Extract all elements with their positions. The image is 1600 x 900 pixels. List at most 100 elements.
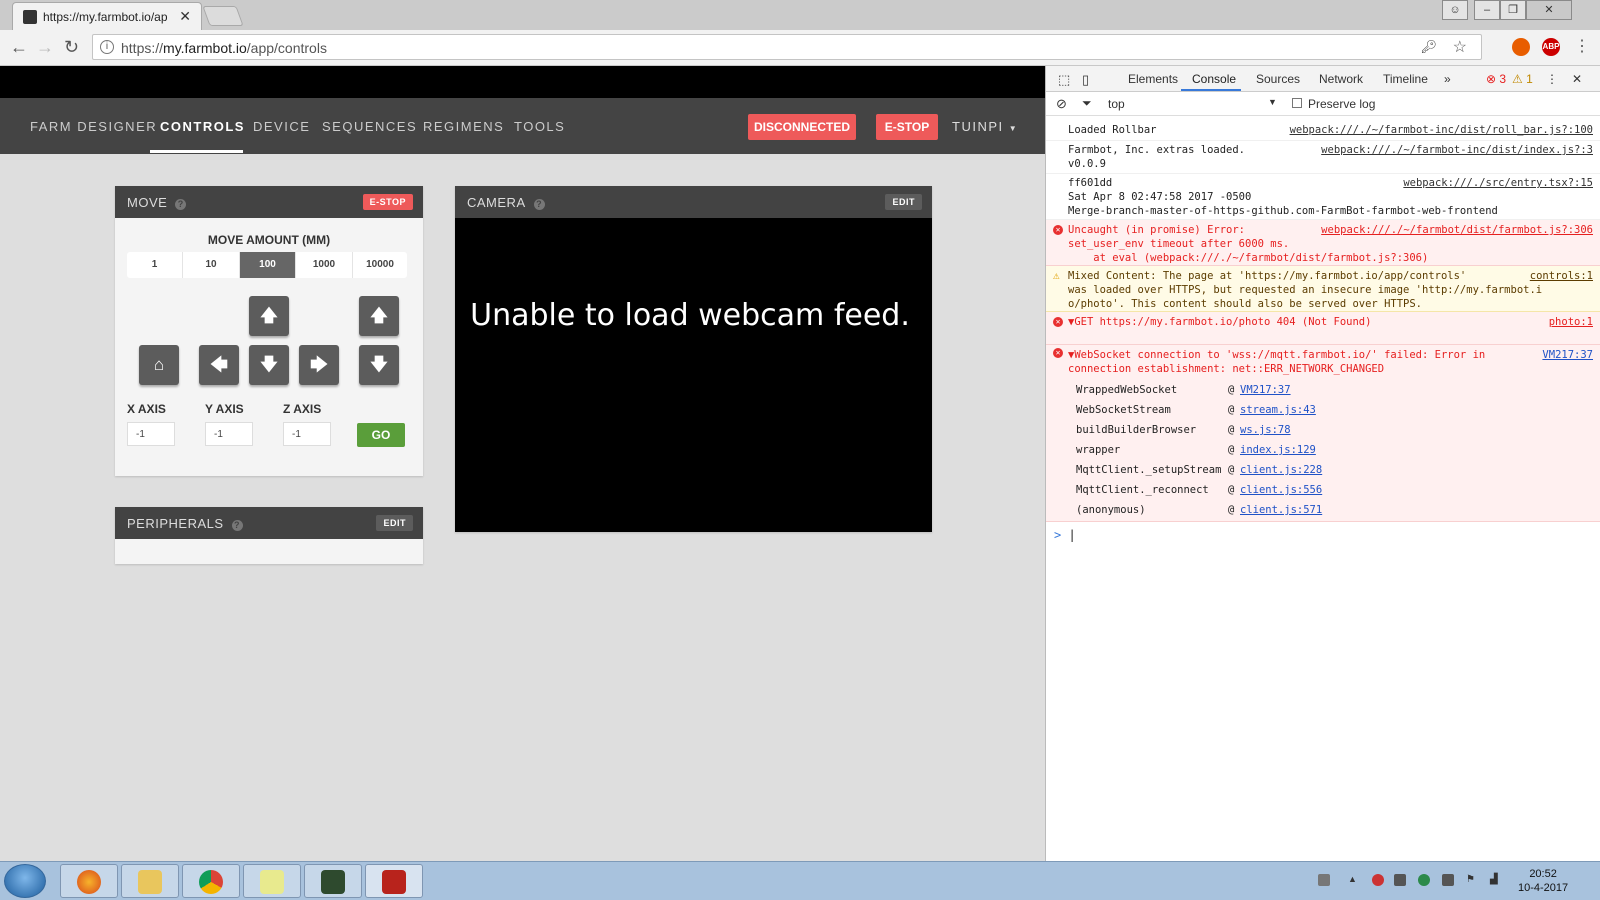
usb-tray-icon[interactable] <box>1442 874 1454 886</box>
new-tab-button[interactable] <box>202 6 244 26</box>
y-down-button[interactable]: 🡇︎ <box>249 345 289 385</box>
amount-1000-button[interactable]: 1000 <box>296 252 353 278</box>
help-icon[interactable]: ? <box>231 520 243 531</box>
context-selector[interactable]: top <box>1108 97 1125 111</box>
adblock-icon[interactable]: ABP <box>1542 38 1560 56</box>
address-bar[interactable]: i https://my.farmbot.io/app/controls 🔑︎ … <box>92 34 1482 60</box>
stack-link[interactable]: ws.js:78 <box>1240 423 1291 437</box>
devtools-tab-timeline[interactable]: Timeline <box>1383 72 1428 86</box>
x-axis-input[interactable]: -1 <box>127 422 175 446</box>
extension-flame-icon[interactable] <box>1512 38 1530 56</box>
amount-100-button[interactable]: 100 <box>240 252 296 278</box>
forward-arrow-icon[interactable]: → <box>36 37 54 58</box>
clear-console-icon[interactable]: ⊘ <box>1056 96 1067 112</box>
keyboard-tray-icon[interactable] <box>1318 874 1330 886</box>
volume-muted-icon[interactable] <box>1372 874 1384 886</box>
nav-controls[interactable]: CONTROLS <box>160 119 245 134</box>
bot-name-dropdown[interactable]: TUINPI ▼ <box>952 119 1018 134</box>
inspect-element-icon[interactable]: ⬚ <box>1058 72 1070 88</box>
stack-link[interactable]: stream.js:43 <box>1240 403 1316 417</box>
device-toolbar-icon[interactable]: ▯ <box>1082 72 1089 88</box>
log-message[interactable]: ▼WebSocket connection to 'wss://mqtt.far… <box>1068 348 1485 362</box>
action-center-flag-icon[interactable]: ⚑ <box>1466 874 1478 886</box>
amount-1-button[interactable]: 1 <box>127 252 183 278</box>
back-arrow-icon[interactable]: ← <box>10 37 28 58</box>
z-up-button[interactable]: 🡅︎ <box>359 296 399 336</box>
amount-10000-button[interactable]: 10000 <box>353 252 407 278</box>
help-icon[interactable]: ? <box>533 199 545 210</box>
x-right-button[interactable]: 🡆︎ <box>299 345 339 385</box>
start-button[interactable] <box>4 864 46 898</box>
y-axis-input[interactable]: -1 <box>205 422 253 446</box>
z-axis-input[interactable]: -1 <box>283 422 331 446</box>
estop-button[interactable]: E-STOP <box>876 114 938 140</box>
stack-link[interactable]: index.js:129 <box>1240 443 1316 457</box>
log-source-link[interactable]: webpack:///./~/farmbot/dist/farmbot.js?:… <box>1321 223 1593 237</box>
amount-10-button[interactable]: 10 <box>183 252 240 278</box>
help-icon[interactable]: ? <box>175 199 187 210</box>
log-source-link[interactable]: controls:1 <box>1530 269 1593 283</box>
preserve-log-checkbox[interactable] <box>1292 98 1302 108</box>
devtools-close-icon[interactable]: ✕ <box>1572 72 1582 86</box>
context-dropdown-icon[interactable]: ▼ <box>1268 97 1277 107</box>
y-up-button[interactable]: 🡅︎ <box>249 296 289 336</box>
z-down-button[interactable]: 🡇︎ <box>359 345 399 385</box>
device-tray-icon[interactable] <box>1394 874 1406 886</box>
nav-regimens[interactable]: REGIMENS <box>423 119 504 134</box>
stack-link[interactable]: client.js:228 <box>1240 463 1322 477</box>
network-signal-icon[interactable]: ▟ <box>1490 874 1502 886</box>
disconnected-status-button[interactable]: DISCONNECTED <box>748 114 856 140</box>
devtools-tab-elements[interactable]: Elements <box>1128 72 1178 86</box>
tab-close-icon[interactable]: ✕ <box>179 8 191 25</box>
devtools-menu-icon[interactable]: ⋮ <box>1546 72 1558 86</box>
active-nav-underline <box>150 150 243 153</box>
x-left-button[interactable]: 🡄︎ <box>199 345 239 385</box>
browser-tab[interactable]: https://my.farmbot.io/ap ✕ <box>12 2 202 30</box>
error-count-badge[interactable]: ⊗ 3 <box>1486 72 1506 86</box>
show-hidden-icons[interactable]: ▲ <box>1348 874 1360 886</box>
key-icon[interactable]: 🔑︎ <box>1420 39 1437 55</box>
stack-link[interactable]: VM217:37 <box>1240 383 1291 397</box>
nav-sequences[interactable]: SEQUENCES <box>322 119 417 134</box>
taskbar-firefox[interactable] <box>60 864 118 898</box>
system-clock[interactable]: 20:52 10-4-2017 <box>1518 867 1568 895</box>
taskbar-terminal[interactable] <box>304 864 362 898</box>
home-button[interactable]: ⌂ <box>139 345 179 385</box>
devtools-tab-console[interactable]: Console <box>1192 72 1236 86</box>
more-tabs-icon[interactable]: » <box>1444 72 1451 86</box>
taskbar-sticky-notes[interactable] <box>243 864 301 898</box>
devtools-tab-network[interactable]: Network <box>1319 72 1363 86</box>
taskbar-acrobat[interactable] <box>365 864 423 898</box>
log-source-link[interactable]: webpack:///./~/farmbot-inc/dist/index.js… <box>1321 143 1593 157</box>
sync-tray-icon[interactable] <box>1418 874 1430 886</box>
log-source-link[interactable]: webpack:///./src/entry.tsx?:15 <box>1403 176 1593 190</box>
log-source-link[interactable]: VM217:37 <box>1542 348 1593 362</box>
taskbar-chrome[interactable] <box>182 864 240 898</box>
user-icon[interactable]: ☺ <box>1442 0 1468 20</box>
close-window-button[interactable]: ✕ <box>1526 0 1572 20</box>
nav-tools[interactable]: TOOLS <box>514 119 565 134</box>
log-source-link[interactable]: photo:1 <box>1549 315 1593 329</box>
nav-farm-designer[interactable]: FARM DESIGNER <box>30 119 157 134</box>
stack-link[interactable]: client.js:556 <box>1240 483 1322 497</box>
restore-button[interactable]: ❐ <box>1500 0 1526 20</box>
warning-count-badge[interactable]: ⚠ 1 <box>1512 72 1533 86</box>
stack-link[interactable]: client.js:571 <box>1240 503 1322 517</box>
move-estop-button[interactable]: E-STOP <box>362 194 413 210</box>
peripherals-edit-button[interactable]: EDIT <box>376 515 413 531</box>
go-button[interactable]: GO <box>357 423 405 447</box>
nav-device[interactable]: DEVICE <box>253 119 310 134</box>
devtools-tab-sources[interactable]: Sources <box>1256 72 1300 86</box>
filter-icon[interactable]: ⏷ <box>1082 96 1092 111</box>
reload-icon[interactable]: ↻ <box>64 37 79 58</box>
camera-edit-button[interactable]: EDIT <box>885 194 922 210</box>
console-prompt[interactable]: > | <box>1054 528 1076 542</box>
minimize-button[interactable]: – <box>1474 0 1500 20</box>
taskbar-explorer[interactable] <box>121 864 179 898</box>
menu-kebab-icon[interactable]: ⋮ <box>1574 36 1590 56</box>
log-source-link[interactable]: webpack:///./~/farmbot-inc/dist/roll_bar… <box>1290 123 1593 137</box>
log-message[interactable]: ▼GET https://my.farmbot.io/photo 404 (No… <box>1068 315 1371 329</box>
bookmark-star-icon[interactable]: ☆ <box>1453 37 1467 57</box>
log-message: Uncaught (in promise) Error: <box>1068 224 1246 236</box>
info-icon[interactable]: i <box>100 40 114 54</box>
